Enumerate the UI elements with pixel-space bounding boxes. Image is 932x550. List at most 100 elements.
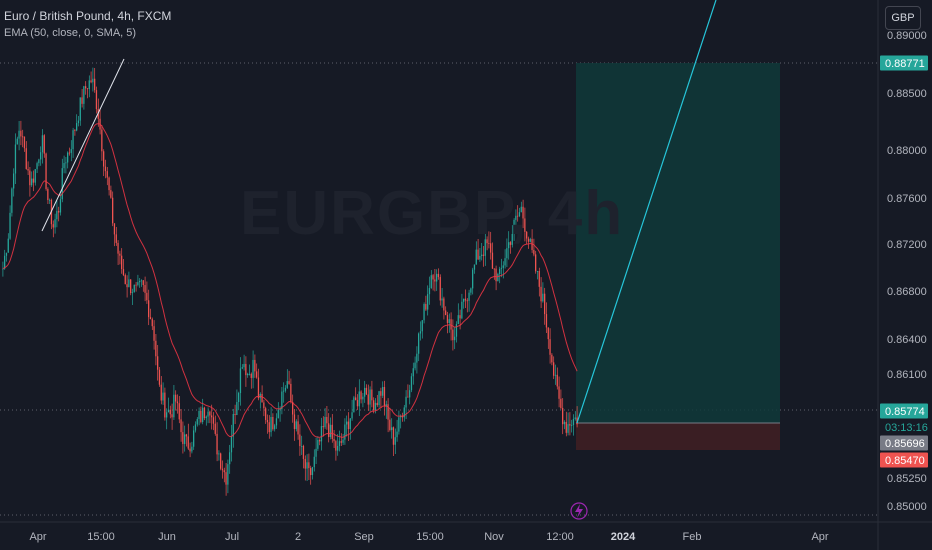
candle-body bbox=[223, 470, 225, 473]
candle-body bbox=[351, 412, 353, 419]
candle-body bbox=[337, 445, 339, 451]
candle-body bbox=[288, 381, 290, 384]
candle-body bbox=[133, 284, 135, 293]
candle-body bbox=[329, 424, 332, 437]
candle-body bbox=[423, 304, 425, 321]
stop-zone[interactable] bbox=[576, 423, 780, 450]
candle-body bbox=[295, 421, 297, 430]
candle-body bbox=[409, 390, 411, 398]
candle-body bbox=[263, 402, 265, 409]
candle-body bbox=[346, 421, 348, 425]
candle-body bbox=[124, 275, 126, 285]
candle-body bbox=[477, 249, 479, 260]
time-axis-label: Apr bbox=[29, 531, 46, 543]
candle-body bbox=[299, 434, 301, 447]
candle-body bbox=[373, 400, 375, 411]
candle-body bbox=[58, 211, 60, 213]
trendline[interactable] bbox=[41, 58, 125, 232]
candle-body bbox=[187, 436, 189, 449]
candle-body bbox=[38, 159, 40, 164]
candle-body bbox=[538, 271, 540, 287]
candle-body bbox=[572, 418, 575, 426]
candle-body bbox=[461, 301, 463, 319]
candle-body bbox=[479, 255, 481, 260]
candle-body bbox=[292, 401, 294, 415]
candle-body bbox=[369, 389, 371, 405]
candle-body bbox=[216, 433, 218, 455]
candle-body bbox=[171, 414, 173, 418]
ema-line[interactable] bbox=[2, 123, 578, 438]
candle-body bbox=[166, 412, 168, 418]
price-axis-label: 0.85250 bbox=[887, 473, 927, 485]
candle-body bbox=[247, 373, 249, 376]
candle-body bbox=[374, 402, 377, 411]
candle-body bbox=[218, 453, 220, 455]
time-axis-label: 15:00 bbox=[416, 531, 444, 543]
candle-body bbox=[79, 97, 81, 121]
candle-body bbox=[67, 152, 69, 163]
candle-body bbox=[121, 255, 123, 270]
candle-body bbox=[553, 362, 555, 376]
candle-body bbox=[9, 212, 11, 239]
candle-body bbox=[311, 467, 314, 476]
candle-body bbox=[131, 292, 134, 294]
candle-body bbox=[396, 431, 398, 438]
candle-body bbox=[434, 279, 436, 282]
candle-body bbox=[464, 298, 467, 301]
candle-body bbox=[40, 152, 42, 160]
candle-body bbox=[304, 458, 306, 469]
candle-body bbox=[63, 163, 65, 169]
candle-body bbox=[443, 298, 445, 311]
candle-body bbox=[189, 448, 191, 452]
candle-body bbox=[139, 281, 141, 283]
price-axis-label: 0.87600 bbox=[887, 193, 927, 205]
candle-body bbox=[68, 152, 71, 154]
candle-body bbox=[29, 170, 31, 186]
price-axis-label: 0.86100 bbox=[887, 369, 927, 381]
indicator-legend[interactable]: EMA (50, close, 0, SMA, 5) bbox=[4, 27, 136, 39]
currency-button[interactable]: GBP bbox=[885, 6, 921, 30]
candle-body bbox=[101, 129, 103, 152]
candle-body bbox=[452, 329, 454, 341]
price-axis-label: 0.88000 bbox=[887, 145, 927, 157]
price-axis-label: 0.85000 bbox=[887, 501, 927, 513]
candle-body bbox=[436, 273, 438, 282]
candle-body bbox=[122, 269, 125, 276]
candle-body bbox=[335, 441, 337, 451]
candle-body bbox=[94, 78, 96, 91]
candle-body bbox=[261, 393, 263, 403]
candle-body bbox=[25, 148, 27, 169]
candle-body bbox=[432, 275, 434, 280]
candle-body bbox=[493, 268, 495, 270]
candle-body bbox=[221, 468, 224, 471]
candle-body bbox=[155, 340, 157, 357]
candle-body bbox=[342, 439, 344, 443]
candle-body bbox=[562, 407, 564, 425]
candle-body bbox=[119, 253, 121, 256]
candle-body bbox=[427, 294, 429, 310]
candle-body bbox=[16, 138, 18, 145]
candle-body bbox=[18, 130, 20, 139]
candle-body bbox=[256, 371, 258, 378]
candle-body bbox=[313, 456, 315, 468]
candle-body bbox=[76, 123, 78, 131]
candle-body bbox=[547, 327, 549, 340]
candle-body bbox=[371, 389, 373, 401]
candle-body bbox=[338, 441, 341, 446]
candle-body bbox=[392, 427, 395, 445]
candle-body bbox=[425, 304, 427, 310]
price-axis-label: 0.86800 bbox=[887, 286, 927, 298]
candle-body bbox=[376, 402, 378, 406]
candle-body bbox=[544, 293, 546, 315]
candle-body bbox=[203, 407, 206, 419]
candle-body bbox=[286, 381, 288, 388]
candle-body bbox=[283, 390, 285, 392]
price-chart[interactable]: 0.89000 0.88500 0.88000 0.87600 0.87200 0.868… bbox=[0, 0, 932, 550]
candle-body bbox=[281, 391, 283, 410]
candle-body bbox=[459, 315, 461, 319]
candle-body bbox=[257, 377, 260, 399]
candle-body bbox=[266, 419, 269, 423]
candle-body bbox=[185, 434, 188, 437]
chart-title[interactable]: Euro / British Pound, 4h, FXCM bbox=[4, 9, 171, 23]
candle-body bbox=[391, 427, 393, 431]
